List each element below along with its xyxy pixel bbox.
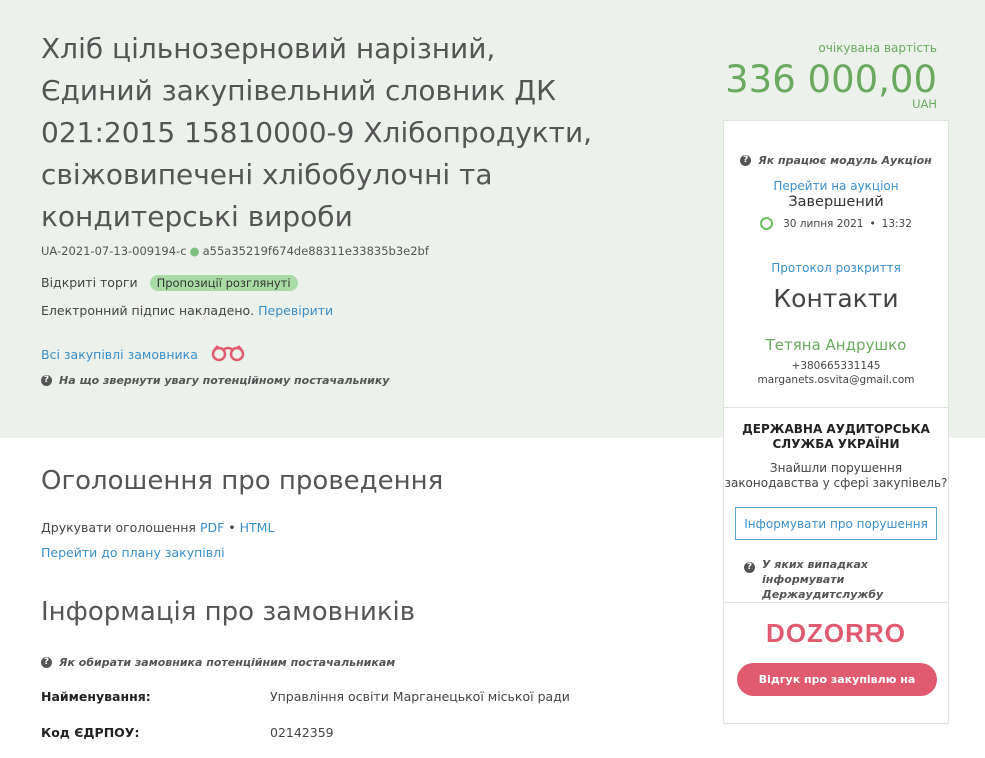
question-icon: ? (41, 375, 52, 386)
print-html-link[interactable]: HTML (240, 520, 275, 535)
all-purchases-row: Всі закупівлі замовника (41, 344, 246, 365)
goto-auction-link[interactable]: Перейти на аукціон (724, 179, 948, 193)
customer-hint-text: Як обирати замовника потенційним постача… (59, 656, 396, 669)
tender-id: UA-2021-07-13-009194-c (41, 244, 187, 258)
procedure-type: Відкриті торги (41, 275, 138, 290)
contact-phone: +380665331145 (791, 360, 881, 372)
contact-name: Тетяна Андрушко (765, 336, 907, 354)
auction-datetime: 30 липня 2021 • 13:32 (724, 217, 948, 230)
divider (724, 407, 948, 408)
all-purchases-link[interactable]: Всі закупівлі замовника (41, 347, 198, 362)
print-label: Друкувати оголошення (41, 520, 196, 535)
customers-heading: Інформація про замовників (41, 597, 416, 627)
report-violation-button[interactable]: Інформувати про порушення (735, 507, 937, 540)
dot-separator: ● (189, 244, 200, 258)
customer-code-label: Код ЄДРПОУ: (41, 725, 140, 740)
tender-id-line: UA-2021-07-13-009194-c ● a55a35219f674de88… (41, 244, 429, 258)
signature-text: Електронний підпис накладено. (41, 303, 255, 318)
customer-name-label: Найменування: (41, 689, 151, 704)
question-icon: ? (41, 657, 52, 668)
customer-name-value: Управління освіти Марганецької міської р… (270, 689, 570, 704)
sidebar-panel: ? Як працює модуль Аукціон Перейти на ау… (723, 120, 949, 724)
clock-icon (760, 217, 774, 230)
auction-hint-text: Як працює модуль Аукціон (758, 154, 932, 167)
auction-hint[interactable]: ? Як працює модуль Аукціон (724, 154, 948, 167)
expected-value-currency: UAH (912, 97, 937, 111)
auction-date: 30 липня 2021 (783, 217, 864, 230)
opening-protocol-link[interactable]: Протокол розкриття (724, 261, 948, 275)
expected-value-label: очікувана вартість (818, 41, 937, 55)
print-separator: • (228, 520, 236, 535)
dozorro-logo[interactable]: DOZORRO (724, 618, 948, 649)
tender-title: Хліб цільнозерновий нарізний, Єдиний зак… (41, 32, 593, 233)
tender-hash: a55a35219f674de88311e33835b3e2bf (202, 244, 429, 258)
question-icon: ? (740, 155, 752, 166)
contacts-heading: Контакти (773, 284, 899, 313)
divider (724, 602, 948, 603)
expected-value-amount: 336 000,00 (725, 58, 937, 101)
verify-signature-link[interactable]: Перевірити (258, 303, 333, 318)
dasu-hint[interactable]: ? У яких випадках інформувати Держаудитсл… (744, 557, 922, 602)
binoculars-icon[interactable] (210, 344, 246, 365)
print-pdf-link[interactable]: PDF (200, 520, 224, 535)
print-row: Друкувати оголошення PDF • HTML (41, 520, 274, 535)
signature-row: Електронний підпис накладено. Перевірити (41, 303, 333, 318)
attention-hint[interactable]: ? На що звернути увагу потенційному пост… (41, 374, 389, 387)
customer-code-value: 02142359 (270, 725, 334, 740)
dot-separator: • (869, 217, 876, 230)
dasu-hint-text: У яких випадках інформувати Держаудитслу… (762, 558, 884, 601)
question-icon: ? (744, 562, 755, 573)
auction-status: Завершений (788, 194, 884, 210)
dozorro-review-button[interactable]: Відгук про закупівлю на Дозорро (737, 663, 937, 719)
procedure-row: Відкриті торги Пропозиції розглянуті (41, 275, 298, 291)
auction-time: 13:32 (881, 217, 912, 230)
contact-email: marganets.osvita@gmail.com (757, 374, 915, 386)
attention-hint-text: На що звернути увагу потенційному постач… (59, 374, 390, 387)
procurement-plan-link[interactable]: Перейти до плану закупівлі (41, 545, 225, 560)
dasu-question: Знайшли порушення законодавства у сфері … (724, 461, 948, 490)
customer-hint[interactable]: ? Як обирати замовника потенційним поста… (41, 656, 395, 669)
announcement-heading: Оголошення про проведення (41, 466, 444, 496)
status-badge: Пропозиції розглянуті (149, 275, 298, 291)
dasu-title: ДЕРЖАВНА АУДИТОРСЬКА СЛУЖБА УКРАЇНИ (742, 422, 930, 451)
